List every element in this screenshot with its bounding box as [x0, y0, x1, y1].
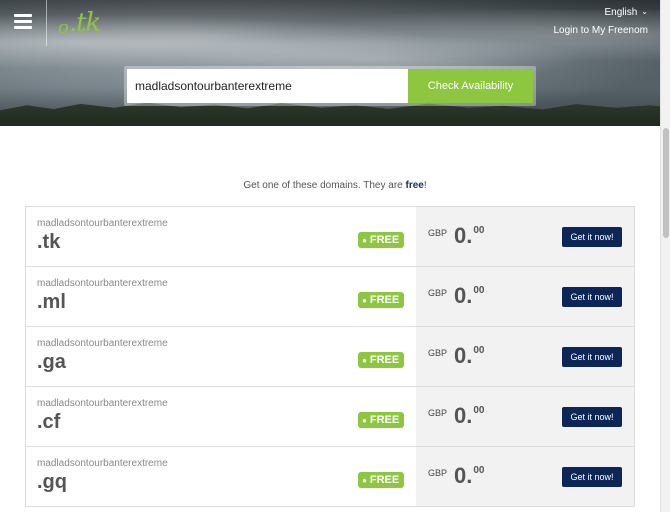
free-badge: ● FREE [358, 472, 405, 488]
site-logo[interactable]: o.tk [58, 8, 101, 38]
price-value: 0.00 [454, 343, 484, 369]
language-label: English [604, 7, 638, 18]
intro-text: Get one of these domains. They are free! [0, 180, 670, 191]
domain-tld: .cf [37, 411, 61, 433]
domain-price-panel: GBP 0.00 Get it now! [416, 267, 634, 326]
domain-name: madladsontourbanterextreme [37, 278, 168, 289]
price-main: 0. [454, 223, 473, 248]
free-badge-label: FREE [369, 234, 400, 246]
price-cents: 00 [473, 345, 485, 356]
price-main: 0. [454, 403, 473, 428]
domain-search-input[interactable] [127, 69, 408, 103]
free-badge: ● FREE [358, 292, 405, 308]
domain-price-panel: GBP 0.00 Get it now! [416, 447, 634, 506]
hero-header: o.tk English⌄ Login to My Freenom Check … [0, 0, 670, 126]
check-availability-button[interactable]: Check Availability [408, 69, 533, 103]
domain-name: madladsontourbanterextreme [37, 218, 168, 229]
domain-name: madladsontourbanterextreme [37, 398, 168, 409]
free-badge: ● FREE [358, 412, 405, 428]
intro-highlight: free [405, 180, 424, 191]
intro-prefix: Get one of these domains. They are [243, 180, 406, 191]
domain-result-row: madladsontourbanterextreme .tk ● FREE GBP… [26, 207, 634, 267]
domain-info: madladsontourbanterextreme .gq ● FREE [26, 447, 416, 506]
price-currency: GBP [428, 228, 448, 238]
domain-price-panel: GBP 0.00 Get it now! [416, 327, 634, 386]
get-it-now-button[interactable]: Get it now! [562, 407, 622, 427]
get-it-now-button[interactable]: Get it now! [562, 227, 622, 247]
price-value: 0.00 [454, 283, 484, 309]
logo-text: .tk [68, 8, 101, 38]
domain-results-list: madladsontourbanterextreme .tk ● FREE GBP… [25, 206, 635, 507]
bullet-icon: ● [362, 235, 367, 245]
header-divider [46, 0, 47, 46]
bullet-icon: ● [362, 355, 367, 365]
domain-tld: .ml [37, 291, 66, 313]
domain-name: madladsontourbanterextreme [37, 338, 168, 349]
price-value: 0.00 [454, 223, 484, 249]
page-scrollbar[interactable] [660, 0, 670, 512]
free-badge: ● FREE [358, 232, 405, 248]
price-main: 0. [454, 283, 473, 308]
price-main: 0. [454, 463, 473, 488]
free-badge-label: FREE [369, 294, 400, 306]
login-link[interactable]: Login to My Freenom [554, 25, 649, 36]
domain-tld: .tk [37, 231, 61, 253]
get-it-now-button[interactable]: Get it now! [562, 347, 622, 367]
domain-result-row: madladsontourbanterextreme .gq ● FREE GBP… [26, 447, 634, 507]
price-currency: GBP [428, 348, 448, 358]
language-selector[interactable]: English ⌄ [604, 7, 648, 18]
domain-info: madladsontourbanterextreme .tk ● FREE [26, 207, 416, 266]
domain-price-panel: GBP 0.00 Get it now! [416, 207, 634, 266]
price-currency: GBP [428, 408, 448, 418]
domain-info: madladsontourbanterextreme .cf ● FREE [26, 387, 416, 446]
domain-price-panel: GBP 0.00 Get it now! [416, 387, 634, 446]
domain-result-row: madladsontourbanterextreme .ga ● FREE GBP… [26, 327, 634, 387]
bullet-icon: ● [362, 415, 367, 425]
chevron-down-icon: ⌄ [641, 7, 648, 16]
free-badge-label: FREE [369, 414, 400, 426]
free-badge: ● FREE [358, 352, 405, 368]
price-value: 0.00 [454, 463, 484, 489]
domain-search-form: Check Availability [124, 66, 536, 106]
domain-info: madladsontourbanterextreme .ga ● FREE [26, 327, 416, 386]
domain-name: madladsontourbanterextreme [37, 458, 168, 469]
domain-tld: .gq [37, 471, 67, 493]
intro-suffix: ! [423, 180, 427, 191]
price-currency: GBP [428, 288, 448, 298]
price-cents: 00 [473, 225, 485, 236]
price-cents: 00 [473, 465, 485, 476]
domain-info: madladsontourbanterextreme .ml ● FREE [26, 267, 416, 326]
free-badge-label: FREE [369, 474, 400, 486]
domain-result-row: madladsontourbanterextreme .cf ● FREE GBP… [26, 387, 634, 447]
price-cents: 00 [473, 405, 485, 416]
get-it-now-button[interactable]: Get it now! [562, 287, 622, 307]
price-main: 0. [454, 343, 473, 368]
bullet-icon: ● [362, 475, 367, 485]
get-it-now-button[interactable]: Get it now! [562, 467, 622, 487]
price-value: 0.00 [454, 403, 484, 429]
domain-result-row: madladsontourbanterextreme .ml ● FREE GBP… [26, 267, 634, 327]
bullet-icon: ● [362, 295, 367, 305]
free-badge-label: FREE [369, 354, 400, 366]
price-cents: 00 [473, 285, 485, 296]
price-currency: GBP [428, 468, 448, 478]
domain-tld: .ga [37, 351, 66, 373]
hamburger-icon[interactable] [14, 14, 32, 29]
